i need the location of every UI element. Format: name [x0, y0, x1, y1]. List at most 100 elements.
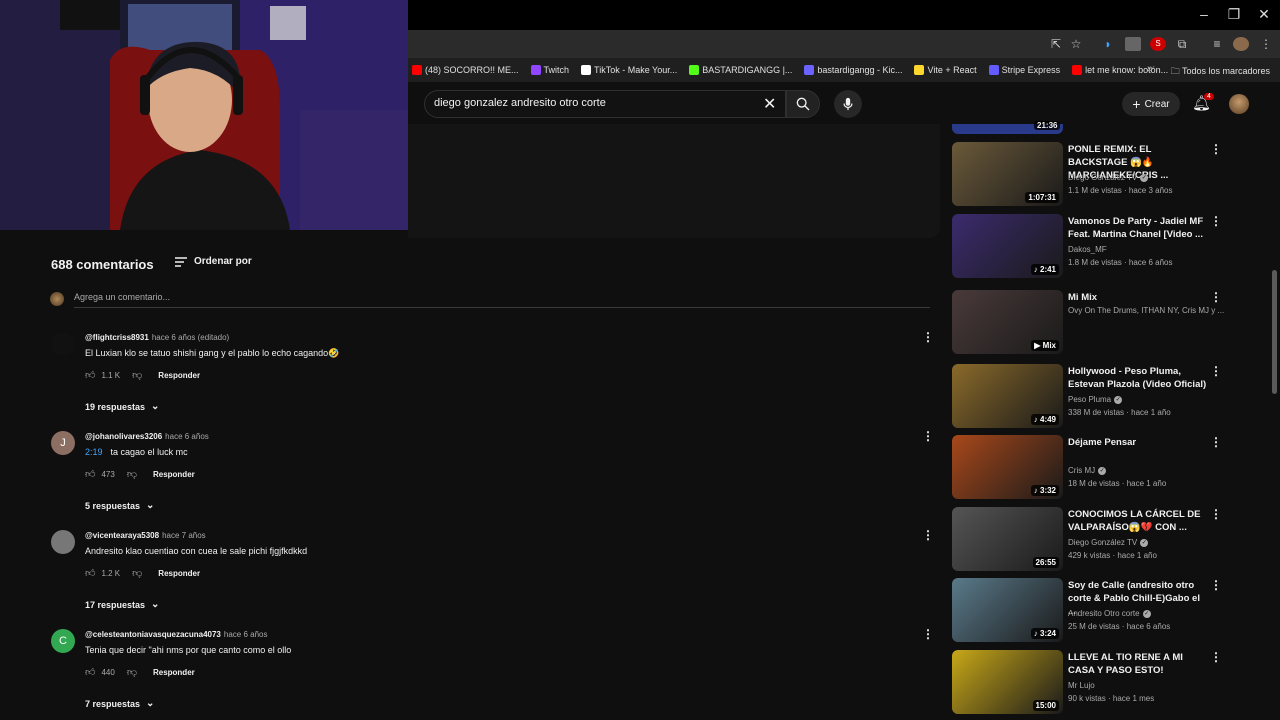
like-icon[interactable]: 👍︎: [85, 369, 95, 381]
comment-time[interactable]: hace 6 años (editado): [152, 333, 229, 342]
extension-icon[interactable]: S: [1150, 37, 1166, 51]
video-channel[interactable]: Mr Lujo: [1068, 681, 1095, 690]
comment-time[interactable]: hace 6 años: [165, 432, 209, 441]
commenter-avatar[interactable]: J: [51, 431, 75, 455]
bookmark-item[interactable]: (48) SOCORRO!! ME...: [412, 65, 519, 75]
commenter-avatar[interactable]: [51, 332, 75, 356]
extension-icon[interactable]: ◗: [1100, 37, 1116, 51]
bookmarks-overflow-icon[interactable]: »: [1147, 63, 1153, 75]
channel-name[interactable]: Peso Pluma: [1068, 395, 1111, 404]
search-query[interactable]: diego gonzalez andresito otro corte: [434, 97, 606, 109]
video-channel[interactable]: Dakos_MF: [1068, 245, 1107, 254]
comment-author[interactable]: @celesteantoniavasquezacuna4073: [85, 630, 221, 639]
like-icon[interactable]: 👍︎: [85, 468, 95, 480]
comment-author[interactable]: @johanolivares3206: [85, 432, 162, 441]
bookmark-item[interactable]: let me know: botón...: [1072, 65, 1168, 75]
restore-icon[interactable]: ❐: [1219, 6, 1249, 23]
profile-avatar[interactable]: [1233, 37, 1249, 51]
channel-name[interactable]: Diego González TV: [1068, 173, 1137, 182]
video-thumbnail[interactable]: 26:55: [952, 507, 1063, 571]
channel-name[interactable]: Ovy On The Drums, ITHAN NY, Cris MJ y ..…: [1068, 306, 1224, 315]
video-menu-icon[interactable]: ⋮: [1210, 290, 1222, 304]
video-channel[interactable]: Andresito Otro corte ✓: [1068, 609, 1151, 618]
extension-icon[interactable]: [1125, 37, 1141, 51]
like-icon[interactable]: 👍︎: [85, 666, 95, 678]
video-title[interactable]: Mi Mix: [1068, 291, 1208, 304]
reply-button[interactable]: Responder: [158, 569, 200, 578]
video-menu-icon[interactable]: ⋮: [1210, 578, 1222, 592]
dislike-icon[interactable]: 👎︎: [132, 369, 142, 381]
reply-button[interactable]: Responder: [153, 470, 195, 479]
video-thumbnail[interactable]: ♪ 4:49: [952, 364, 1063, 428]
search-button[interactable]: [786, 90, 820, 118]
video-title[interactable]: Hollywood - Peso Pluma, Estevan Plazola …: [1068, 365, 1208, 391]
scrollbar[interactable]: [1272, 270, 1277, 394]
view-replies-button[interactable]: 19 respuestas ⌄: [85, 401, 159, 412]
comment-timestamp-link[interactable]: 2:19: [85, 447, 103, 457]
view-replies-button[interactable]: 5 respuestas ⌄: [85, 500, 154, 511]
reply-button[interactable]: Responder: [153, 668, 195, 677]
video-menu-icon[interactable]: ⋮: [1210, 142, 1222, 156]
bookmark-item[interactable]: TikTok - Make Your...: [581, 65, 677, 75]
add-comment-input[interactable]: Agrega un comentario...: [74, 292, 170, 302]
dislike-icon[interactable]: 👎︎: [127, 468, 137, 480]
bookmark-item[interactable]: Vite + React: [914, 65, 977, 75]
video-menu-icon[interactable]: ⋮: [1210, 435, 1222, 449]
commenter-avatar[interactable]: [51, 530, 75, 554]
comment-menu-icon[interactable]: ⋮: [922, 627, 934, 641]
video-title[interactable]: Déjame Pensar: [1068, 436, 1208, 449]
video-thumbnail[interactable]: ♪ 3:24: [952, 578, 1063, 642]
channel-name[interactable]: Mr Lujo: [1068, 681, 1095, 690]
commenter-avatar[interactable]: C: [51, 629, 75, 653]
minimize-icon[interactable]: –: [1189, 6, 1219, 22]
install-app-icon[interactable]: ⇱: [1048, 37, 1064, 51]
browser-menu-icon[interactable]: ⋮: [1258, 37, 1274, 51]
account-avatar[interactable]: [1229, 94, 1249, 114]
all-bookmarks-link[interactable]: 🗀 Todos los marcadores: [1171, 64, 1270, 80]
video-menu-icon[interactable]: ⋮: [1210, 650, 1222, 664]
channel-name[interactable]: Andresito Otro corte: [1068, 609, 1140, 618]
video-menu-icon[interactable]: ⋮: [1210, 507, 1222, 521]
video-thumbnail[interactable]: ▶ Mix: [952, 290, 1063, 354]
bookmark-item[interactable]: Stripe Express: [988, 65, 1060, 75]
create-button[interactable]: + Crear: [1122, 92, 1180, 116]
comment-menu-icon[interactable]: ⋮: [922, 429, 934, 443]
video-thumbnail[interactable]: 1:07:31: [952, 142, 1063, 206]
bookmark-item[interactable]: Twitch: [530, 65, 569, 75]
video-channel[interactable]: Cris MJ ✓: [1068, 466, 1107, 475]
channel-name[interactable]: Cris MJ: [1068, 466, 1095, 475]
channel-name[interactable]: Dakos_MF: [1068, 245, 1107, 254]
voice-search-button[interactable]: [834, 90, 862, 118]
dislike-icon[interactable]: 👎︎: [127, 666, 137, 678]
media-control-icon[interactable]: ≡: [1209, 37, 1225, 51]
video-title[interactable]: CONOCIMOS LA CÁRCEL DE VALPARAÍSO😱💔 CON …: [1068, 508, 1208, 534]
video-channel[interactable]: Ovy On The Drums, ITHAN NY, Cris MJ y ..…: [1068, 306, 1224, 315]
view-replies-button[interactable]: 7 respuestas ⌄: [85, 698, 154, 709]
close-window-icon[interactable]: ✕: [1249, 6, 1279, 23]
video-player-area[interactable]: [408, 124, 940, 238]
comment-time[interactable]: hace 7 años: [162, 531, 206, 540]
comment-author[interactable]: @flightcriss8931: [85, 333, 149, 342]
bookmark-item[interactable]: BASTARDIGANGG |...: [689, 65, 792, 75]
view-replies-button[interactable]: 17 respuestas ⌄: [85, 599, 159, 610]
sort-by-button[interactable]: Ordenar por: [194, 256, 252, 267]
video-channel[interactable]: Diego González TV ✓: [1068, 173, 1149, 182]
bookmark-star-icon[interactable]: ☆: [1068, 37, 1084, 51]
video-menu-icon[interactable]: ⋮: [1210, 364, 1222, 378]
video-channel[interactable]: Diego González TV ✓: [1068, 538, 1149, 547]
like-icon[interactable]: 👍︎: [85, 567, 95, 579]
bookmark-item[interactable]: bastardigangg - Kic...: [804, 65, 902, 75]
comment-time[interactable]: hace 6 años: [224, 630, 268, 639]
clear-search-icon[interactable]: ✕: [763, 94, 776, 114]
sort-icon[interactable]: [174, 255, 188, 269]
channel-name[interactable]: Diego González TV: [1068, 538, 1137, 547]
video-channel[interactable]: Peso Pluma ✓: [1068, 395, 1123, 404]
video-thumbnail[interactable]: ♪ 3:32: [952, 435, 1063, 499]
extensions-puzzle-icon[interactable]: ⧉: [1174, 37, 1190, 51]
comment-menu-icon[interactable]: ⋮: [922, 528, 934, 542]
video-title[interactable]: LLEVE AL TIO RENE A MI CASA Y PASO ESTO!: [1068, 651, 1208, 677]
comment-author[interactable]: @vicentearaya5308: [85, 531, 159, 540]
video-thumbnail[interactable]: 15:00: [952, 650, 1063, 714]
dislike-icon[interactable]: 👎︎: [132, 567, 142, 579]
video-menu-icon[interactable]: ⋮: [1210, 214, 1222, 228]
